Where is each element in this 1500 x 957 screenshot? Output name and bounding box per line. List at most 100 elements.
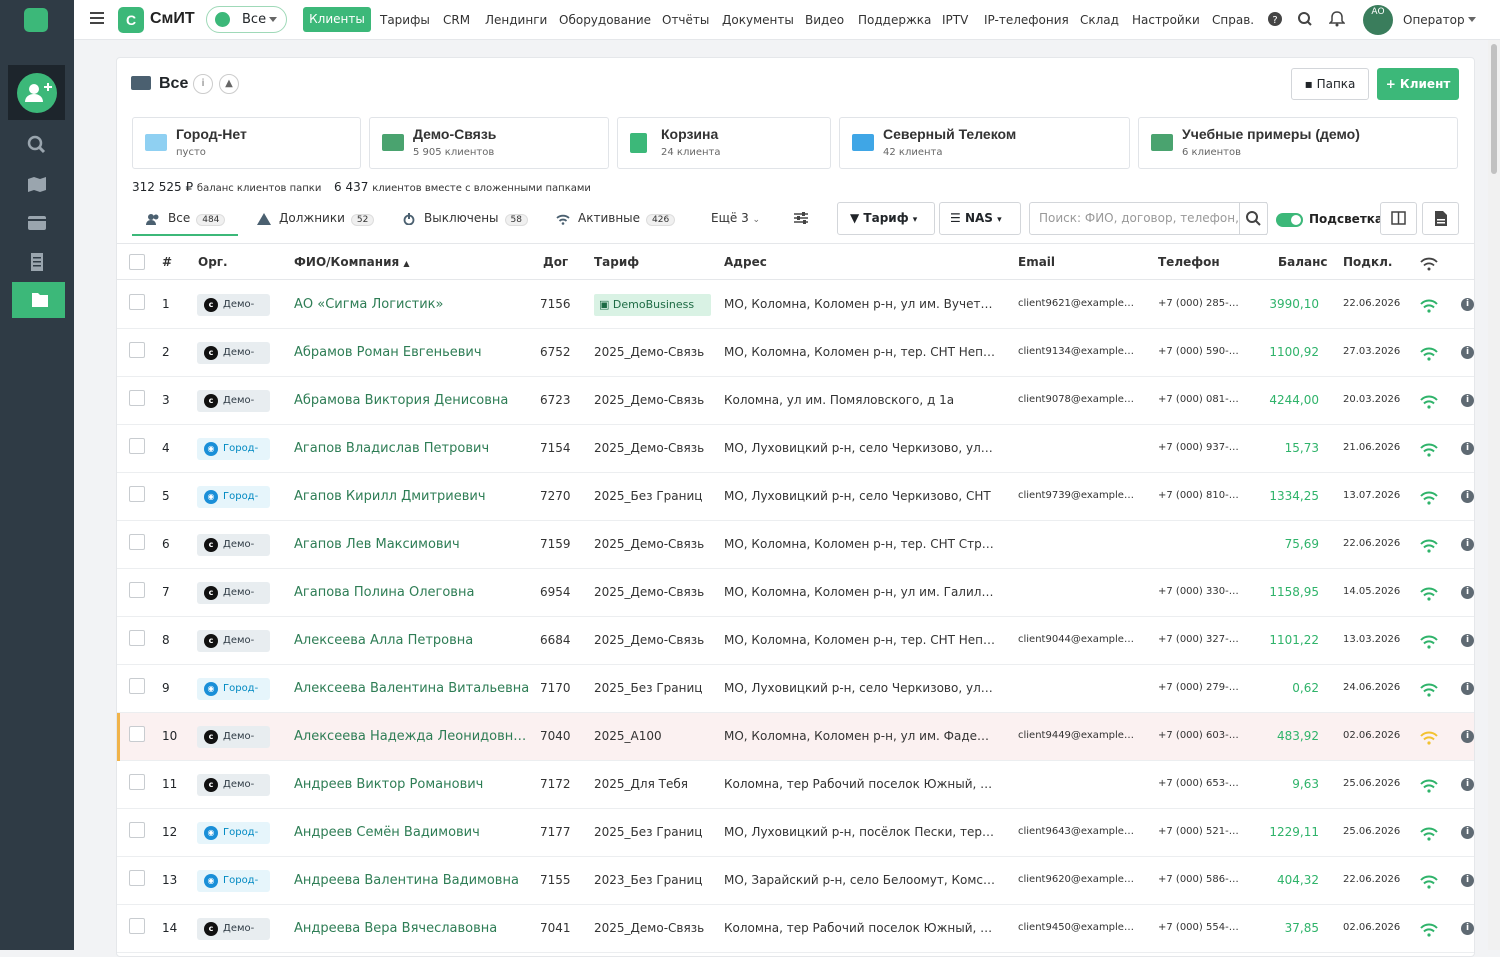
operator-name[interactable]: Оператор xyxy=(1403,13,1465,27)
col-address[interactable]: Адрес xyxy=(724,255,767,269)
org-badge[interactable]: c Демо-Связь xyxy=(197,630,270,652)
col-name[interactable]: ФИО/Компания ▲ xyxy=(294,255,410,269)
tariff-badge[interactable]: ▣ DemoBusiness xyxy=(594,294,711,316)
row-checkbox[interactable] xyxy=(129,534,145,550)
nas-filter[interactable]: ☰ NAS ▾ xyxy=(939,202,1021,235)
table-row[interactable]: 5 ◉ Город-Нет Агапов Кирилл Дмитриевич 7270 2… xyxy=(117,473,1474,521)
nav-reports[interactable]: Отчёты xyxy=(662,13,709,27)
tab-disabled[interactable]: Выключены 58 xyxy=(402,204,528,236)
table-row[interactable]: 9 ◉ Город-Нет Алексеева Валентина Витальевн… xyxy=(117,665,1474,713)
org-badge[interactable]: c Демо-Связь xyxy=(197,390,270,412)
nav-documents[interactable]: Документы xyxy=(722,13,794,27)
org-badge[interactable]: c Демо-Связь xyxy=(197,534,270,556)
info-icon[interactable]: i xyxy=(1461,490,1474,503)
folder-card[interactable]: Демо-Связь 5 905 клиентов xyxy=(369,117,609,169)
info-icon[interactable]: i xyxy=(1461,442,1474,455)
row-checkbox[interactable] xyxy=(129,870,145,886)
tariff-filter[interactable]: ▼ Тариф ▾ xyxy=(837,202,935,235)
row-checkbox[interactable] xyxy=(129,774,145,790)
client-name-link[interactable]: Абрамов Роман Евгеньевич xyxy=(294,345,534,360)
row-checkbox[interactable] xyxy=(129,918,145,934)
col-tariff[interactable]: Тариф xyxy=(594,255,639,269)
folder-card[interactable]: Корзина 24 клиента xyxy=(617,117,831,169)
scrollbar-thumb[interactable] xyxy=(1491,44,1497,174)
scope-selector[interactable]: Все xyxy=(206,6,287,33)
chevron-down-icon[interactable] xyxy=(1468,17,1476,22)
table-row[interactable]: 13 ◉ Город-Нет Андреева Валентина Вадимовна… xyxy=(117,857,1474,905)
sliders-icon[interactable] xyxy=(793,210,809,226)
table-row[interactable]: 8 c Демо-Связь Алексеева Алла Петровна 6684 2… xyxy=(117,617,1474,665)
brand-name[interactable]: СмИТ xyxy=(150,10,195,28)
table-row[interactable]: 2 c Демо-Связь Абрамов Роман Евгеньевич 6752… xyxy=(117,329,1474,377)
table-row[interactable]: 12 ◉ Город-Нет Андреев Семён Вадимович 7177 2… xyxy=(117,809,1474,857)
select-all-checkbox[interactable] xyxy=(129,254,145,270)
info-icon[interactable]: i xyxy=(1461,538,1474,551)
client-name-link[interactable]: Алексеева Надежда Леонидовна ■ xyxy=(294,729,534,744)
nav-iptv[interactable]: IPTV xyxy=(942,13,968,27)
table-row[interactable]: 3 c Демо-Связь Абрамова Виктория Денисовна 6… xyxy=(117,377,1474,425)
tab-all[interactable]: Все 484 xyxy=(132,204,238,236)
col-org[interactable]: Орг. xyxy=(198,255,228,269)
bell-icon[interactable] xyxy=(1328,11,1346,27)
table-row[interactable]: 7 c Демо-Связь Агапова Полина Олеговна 6954 2… xyxy=(117,569,1474,617)
table-row[interactable]: 11 c Демо-Связь Андреев Виктор Романович 717… xyxy=(117,761,1474,809)
col-connected[interactable]: Подкл. xyxy=(1343,255,1392,269)
nav-equipment[interactable]: Оборудование xyxy=(559,13,651,27)
row-checkbox[interactable] xyxy=(129,342,145,358)
search-icon[interactable] xyxy=(22,133,52,157)
org-badge[interactable]: ◉ Город-Нет xyxy=(197,438,270,460)
col-email[interactable]: Email xyxy=(1018,255,1055,269)
info-icon[interactable]: i xyxy=(1461,730,1474,743)
info-icon[interactable]: i xyxy=(1461,682,1474,695)
tab-active-clients[interactable]: Активные 426 xyxy=(556,204,676,236)
page-scrollbar[interactable] xyxy=(1488,40,1500,950)
row-checkbox[interactable] xyxy=(129,822,145,838)
row-checkbox[interactable] xyxy=(129,678,145,694)
nav-warehouse[interactable]: Склад xyxy=(1080,13,1119,27)
nav-video[interactable]: Видео xyxy=(805,13,844,27)
info-icon[interactable]: i xyxy=(1461,778,1474,791)
org-badge[interactable]: ◉ Город-Нет xyxy=(197,486,270,508)
nav-landings[interactable]: Лендинги xyxy=(485,13,547,27)
new-folder-button[interactable]: ▪ Папка xyxy=(1291,68,1369,100)
highlight-toggle[interactable] xyxy=(1276,213,1303,227)
client-name-link[interactable]: Агапов Владислав Петрович xyxy=(294,441,534,456)
tab-debtors[interactable]: Должники 52 xyxy=(257,204,375,236)
row-checkbox[interactable] xyxy=(129,486,145,502)
wallet-icon[interactable] xyxy=(22,211,52,235)
operator-avatar[interactable]: АО xyxy=(1363,5,1393,35)
org-badge[interactable]: c Демо-Связь xyxy=(197,582,270,604)
wifi-icon[interactable] xyxy=(1420,256,1438,271)
folder-icon[interactable] xyxy=(12,282,65,318)
info-icon[interactable]: i xyxy=(1461,874,1474,887)
nav-crm[interactable]: CRM xyxy=(443,13,470,27)
client-name-link[interactable]: Алексеева Валентина Витальевна xyxy=(294,681,534,696)
col-balance[interactable]: Баланс xyxy=(1278,255,1328,269)
col-num[interactable]: # xyxy=(162,255,172,269)
client-name-link[interactable]: Агапова Полина Олеговна xyxy=(294,585,534,600)
client-name-link[interactable]: Андреева Вера Вячеславовна xyxy=(294,921,534,936)
row-checkbox[interactable] xyxy=(129,582,145,598)
row-checkbox[interactable] xyxy=(129,390,145,406)
client-name-link[interactable]: Андреев Семён Вадимович xyxy=(294,825,534,840)
info-icon[interactable]: i xyxy=(1461,634,1474,647)
info-icon[interactable]: i xyxy=(1461,586,1474,599)
search-icon[interactable] xyxy=(1297,11,1313,27)
info-icon[interactable]: i xyxy=(1461,922,1474,935)
graduation-cap-icon[interactable]: ▲ xyxy=(219,74,239,94)
folder-card[interactable]: Учебные примеры (демо) 6 клиентов xyxy=(1138,117,1458,169)
columns-button[interactable] xyxy=(1380,202,1417,235)
org-badge[interactable]: c Демо-Связь xyxy=(197,294,270,316)
export-button[interactable] xyxy=(1422,202,1459,235)
client-name-link[interactable]: Абрамова Виктория Денисовна xyxy=(294,393,534,408)
org-badge[interactable]: c Демо-Связь xyxy=(197,918,270,940)
org-badge[interactable]: c Демо-Связь xyxy=(197,342,270,364)
org-badge[interactable]: ◉ Город-Нет xyxy=(197,870,270,892)
row-checkbox[interactable] xyxy=(129,438,145,454)
folder-card[interactable]: Северный Телеком 42 клиента xyxy=(839,117,1130,169)
row-checkbox[interactable] xyxy=(129,726,145,742)
org-badge[interactable]: c Демо-Связь xyxy=(197,726,270,748)
nav-tariffs[interactable]: Тарифы xyxy=(380,13,430,27)
sidebar-add-client[interactable] xyxy=(8,65,65,120)
users-logo-icon[interactable] xyxy=(24,8,48,32)
